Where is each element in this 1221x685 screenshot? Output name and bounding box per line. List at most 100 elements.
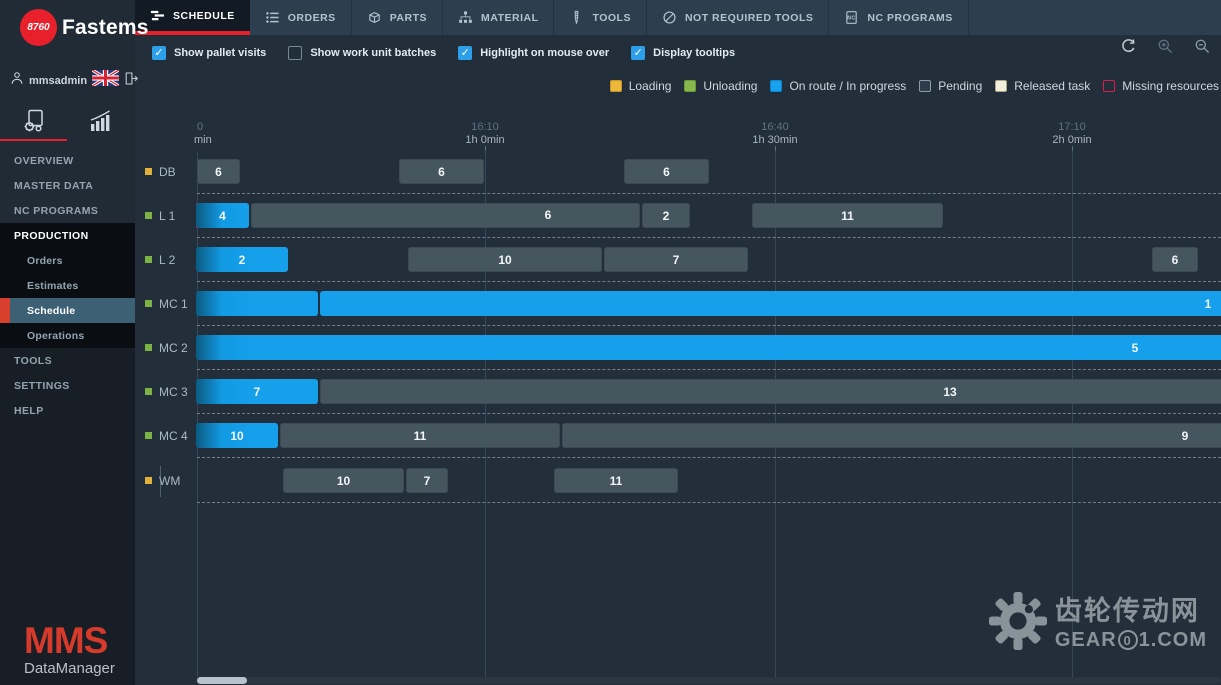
production-section-icon[interactable] [0,100,67,142]
gantt-bar[interactable] [196,291,318,316]
not-required-tools-icon [662,10,677,25]
checkbox-display-tooltips[interactable]: ✓ Display tooltips [631,46,735,60]
sidebar-item-overview[interactable]: OVERVIEW [0,148,135,173]
checkbox-highlight-on-mouse-over[interactable]: ✓Highlight on mouse over [458,46,609,60]
tab-parts[interactable]: PARTS [352,0,443,35]
tab-material[interactable]: MATERIAL [443,0,554,35]
tab-nc-programs[interactable]: NC NC PROGRAMS [829,0,968,35]
tab-label: NC PROGRAMS [867,12,952,24]
legend-label: Missing resources [1122,79,1219,93]
row-label-l-1: L 1 [145,203,193,228]
legend-swatch [684,80,696,92]
horizontal-scrollbar-handle[interactable] [197,677,247,684]
sidebar-item-orders[interactable]: Orders [0,248,135,273]
bar-label: 7 [254,385,261,399]
gantt-bar[interactable]: 11 [554,468,678,493]
checkbox-show-work-unit-batches[interactable]: Show work unit batches [288,46,436,60]
gantt-bar[interactable]: 6 [399,159,484,184]
checkbox-label: Display tooltips [653,47,735,59]
sidebar-item-tools[interactable]: TOOLS [0,348,135,373]
legend-item-unloading: Unloading [684,79,757,93]
refresh-icon[interactable] [1120,38,1137,55]
sidebar-item-schedule[interactable]: Schedule [0,298,135,323]
checkbox-box[interactable] [288,46,302,60]
gantt-bar[interactable]: 11 [752,203,943,228]
sidebar-item-estimates[interactable]: Estimates [0,273,135,298]
legend-label: Loading [629,79,672,93]
row-status-marker [145,477,152,484]
gantt-bar[interactable]: 2 [642,203,690,228]
status-legend: LoadingUnloadingOn route / In progressPe… [135,79,1219,93]
axis-time-label: 17:10 [1058,121,1086,133]
gantt-bar[interactable]: 5 [196,335,1221,360]
tab-not-required-tools[interactable]: NOT REQUIRED TOOLS [647,0,829,35]
tab-schedule[interactable]: SCHEDULE [135,0,250,35]
checkbox-show-pallet-visits[interactable]: ✓Show pallet visits [152,46,266,60]
axis-time-label: 16:10 [471,121,499,133]
gantt-bar[interactable]: 6 [251,203,640,228]
svg-text:NC: NC [848,16,857,22]
tools-icon [569,10,584,25]
horizontal-scrollbar-track[interactable] [197,677,1221,684]
sidebar: 8760 Fastems mmsadmin OVERVIEWMASTER DAT… [0,0,135,685]
row-status-marker [145,256,152,263]
bar-label: 10 [337,474,350,488]
tab-label: NOT REQUIRED TOOLS [685,12,813,24]
row-status-marker [145,300,152,307]
gear-watermark-icon [989,592,1047,655]
bar-label: 6 [545,203,552,228]
bar-label: 13 [943,385,956,399]
gantt-bar[interactable]: 7 [406,468,448,493]
gantt-bar[interactable]: 2 [196,247,288,272]
language-flag-uk[interactable] [92,70,119,91]
sidebar-item-master-data[interactable]: MASTER DATA [0,173,135,198]
checkbox-label: Show work unit batches [310,47,436,59]
zoom-in-icon[interactable] [1157,38,1174,55]
gantt-bar[interactable]: 6 [197,159,240,184]
legend-swatch [1103,80,1115,92]
gantt-bar[interactable]: 10 [196,423,278,448]
sidebar-item-settings[interactable]: SETTINGS [0,373,135,398]
gantt-bar[interactable]: 10 [408,247,602,272]
checkbox-box[interactable]: ✓ [458,46,472,60]
bar-label: 7 [424,474,431,488]
logout-icon[interactable] [124,71,139,91]
gantt-bar[interactable]: 10 [283,468,404,493]
bar-label: 10 [498,253,511,267]
gantt-bar[interactable]: 6 [624,159,709,184]
bar-label: 11 [610,474,623,488]
fastems-logo-text: Fastems [62,16,149,40]
watermark-domain: GEAR01.COM [1055,629,1207,652]
mms-logo: MMS DataManager [24,624,115,677]
row-name: WM [159,474,180,488]
axis-duration-label: 2h 0min [1052,134,1091,146]
tab-label: ORDERS [288,12,336,24]
orders-icon [265,10,280,25]
material-icon [458,10,473,25]
gantt-bar[interactable]: 7 [196,379,318,404]
gantt-bar[interactable]: 9 [562,423,1221,448]
checkbox-box[interactable]: ✓ [152,46,166,60]
gantt-bar[interactable]: 11 [280,423,560,448]
gantt-bar[interactable]: 7 [604,247,748,272]
row-status-marker [145,168,152,175]
schedule-toolbar: ✓Show pallet visits Show work unit batche… [135,35,1221,70]
tab-orders[interactable]: ORDERS [250,0,352,35]
sidebar-item-operations[interactable]: Operations [0,323,135,348]
tab-label: PARTS [390,12,427,24]
row-label-mc-1: MC 1 [145,291,193,316]
sidebar-item-help[interactable]: HELP [0,398,135,423]
zoom-out-icon[interactable] [1194,38,1211,55]
tab-tools[interactable]: TOOLS [554,0,646,35]
row-name: MC 2 [159,341,188,355]
gantt-bar[interactable]: 13 [320,379,1221,404]
gantt-bar[interactable]: 4 [196,203,249,228]
sidebar-item-nc-programs[interactable]: NC PROGRAMS [0,198,135,223]
gantt-bar[interactable]: 1 [320,291,1221,316]
reports-section-icon[interactable] [67,100,134,142]
checkbox-box[interactable]: ✓ [631,46,645,60]
nc-programs-icon: NC [844,10,859,25]
gantt-bar[interactable]: 6 [1152,247,1198,272]
sidebar-item-production[interactable]: PRODUCTION [0,223,135,248]
row-status-marker [145,388,152,395]
